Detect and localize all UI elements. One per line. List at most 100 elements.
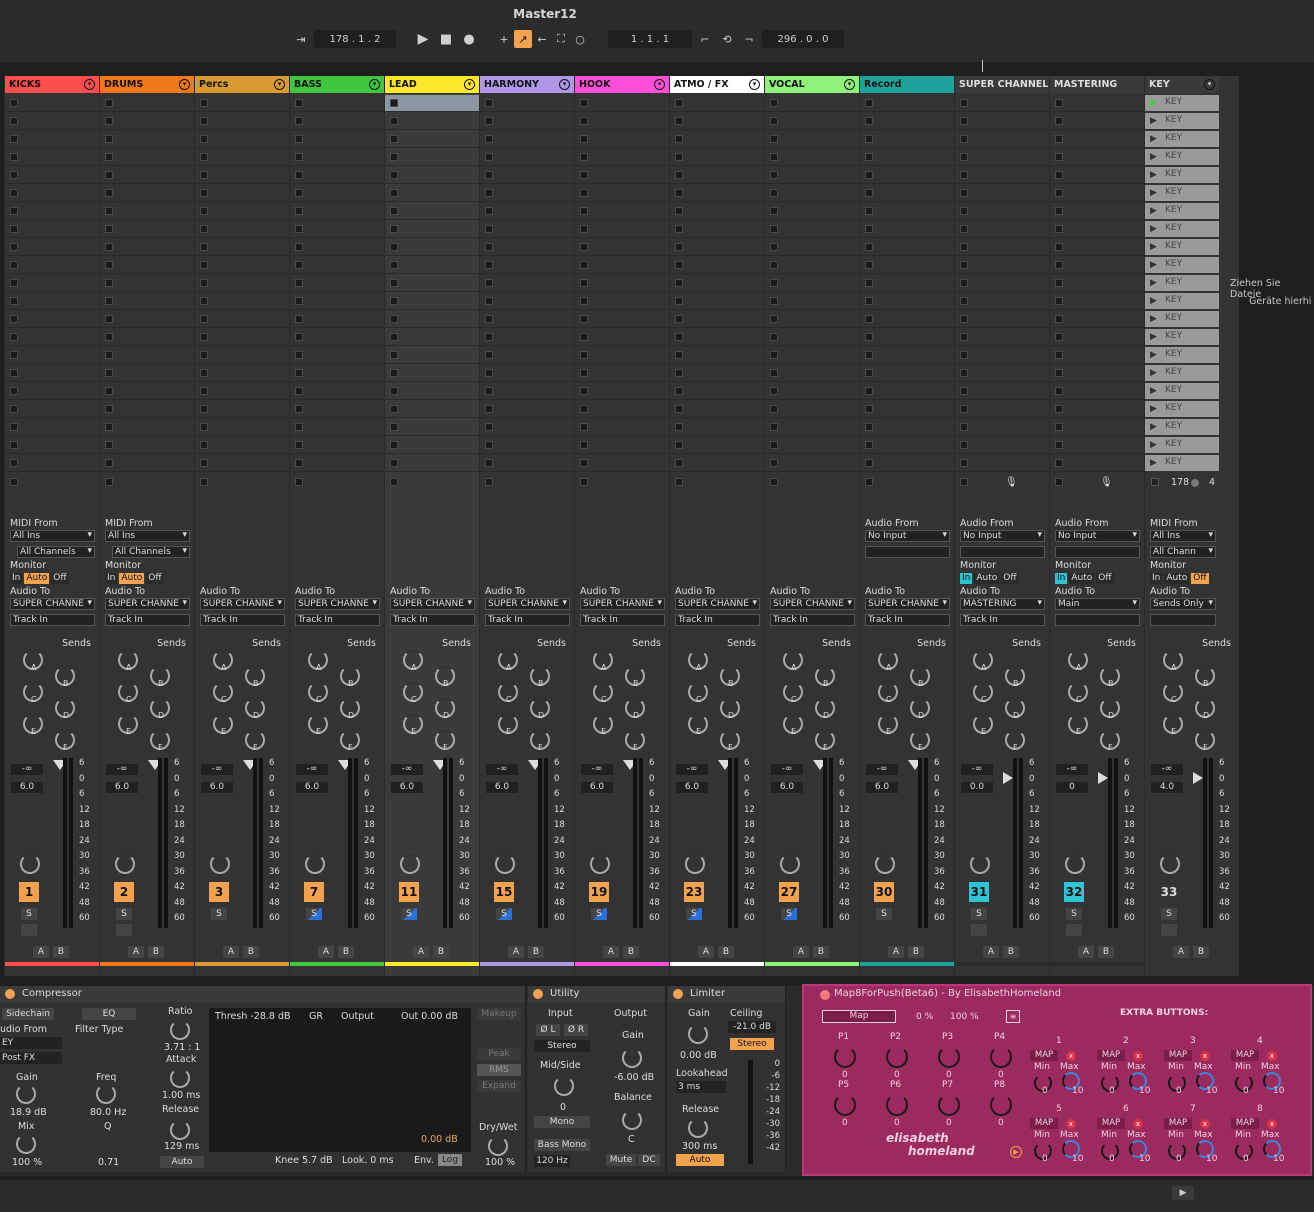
clip-slot[interactable]: ▶ KEY [1145,257,1219,273]
stop-button[interactable] [960,351,968,359]
crossfade-a[interactable]: A [888,946,904,958]
clip-slot[interactable]: ▶ KEY [1145,239,1219,255]
clip-slot[interactable] [5,419,99,436]
clip-slot[interactable] [5,275,99,292]
crossfade-assign[interactable]: AB [698,946,734,958]
crossfade-assign[interactable]: AB [128,946,164,958]
track-activator[interactable]: 31 [969,882,989,902]
extra-map-button-4[interactable]: MAP [1231,1050,1259,1061]
clip-slot[interactable] [670,329,764,346]
track-volume-value[interactable]: 4.0 [1151,782,1183,793]
stop-button[interactable] [200,423,208,431]
clip-slot[interactable]: ▶ KEY [1145,437,1219,453]
stop-button[interactable] [960,135,968,143]
clip-slot[interactable] [480,365,574,382]
stop-button[interactable] [675,117,683,125]
stop-button[interactable] [105,405,113,413]
clip-slot[interactable] [5,239,99,256]
clip-slot[interactable] [5,95,99,112]
stop-button[interactable] [485,387,493,395]
clip-slot[interactable] [480,95,574,112]
stop-button[interactable] [200,405,208,413]
clip-slot[interactable] [5,131,99,148]
clip-slot[interactable] [670,311,764,328]
track-activator[interactable]: 27 [779,882,799,902]
clip-slot[interactable] [290,437,384,454]
clip-slot[interactable] [765,365,859,382]
stop-button[interactable] [675,423,683,431]
monitor-off[interactable]: Off [1191,573,1209,584]
stop-button[interactable] [485,478,493,486]
volume-fader[interactable] [348,758,352,928]
clip-slot[interactable] [100,311,194,328]
fold-icon[interactable]: ▾ [84,79,95,90]
pan-knob[interactable] [495,854,515,874]
extra-map-button-7[interactable]: MAP [1164,1118,1192,1129]
stop-button[interactable] [580,297,588,305]
clip-slot[interactable] [575,257,669,274]
expand-icon[interactable]: ▶ [1172,1186,1194,1200]
fold-icon[interactable]: ▾ [369,79,380,90]
power-icon[interactable] [673,989,683,999]
stop-button[interactable] [865,459,873,467]
punch-out-icon[interactable]: ¬ [740,30,758,48]
clip-slot[interactable] [385,383,479,400]
clip-slot[interactable] [575,113,669,130]
clip-slot[interactable] [290,149,384,166]
clip-slot[interactable] [1050,239,1144,256]
stop-button[interactable] [580,387,588,395]
solo-button[interactable]: S [876,908,892,920]
stop-button[interactable] [1055,171,1063,179]
clip-slot[interactable] [100,239,194,256]
stop-button[interactable] [390,207,398,215]
clip-slot[interactable] [860,95,954,112]
clip-slot[interactable] [5,329,99,346]
stop-button[interactable] [10,99,18,107]
stop-button[interactable] [390,333,398,341]
volume-fader[interactable] [253,758,257,928]
extra-clear-7-icon[interactable]: x [1200,1119,1210,1129]
stop-button[interactable] [295,441,303,449]
stop-button[interactable] [105,387,113,395]
clip-slot[interactable]: ▶ KEY [1145,293,1219,309]
stop-button[interactable] [10,135,18,143]
volume-fader[interactable] [1203,758,1207,928]
stop-button[interactable] [770,153,778,161]
clip-slot[interactable] [765,221,859,238]
crossfade-a[interactable]: A [128,946,144,958]
audio-to-select[interactable]: SUPER CHANNE [580,598,665,610]
stop-button[interactable] [1055,261,1063,269]
back-to-arrangement-icon[interactable]: ← [533,30,551,48]
stop-button[interactable] [10,261,18,269]
track-activator[interactable]: 3 [209,882,229,902]
crossfade-b[interactable]: B [433,946,449,958]
crossfade-assign[interactable]: AB [983,946,1019,958]
stop-button[interactable] [10,333,18,341]
volume-fader[interactable] [1108,758,1112,928]
track-volume-value[interactable]: 6.0 [201,782,233,793]
stop-button[interactable] [865,153,873,161]
monitor-in[interactable]: In [10,573,23,584]
output-checkbox[interactable]: Output [341,1011,374,1022]
audio-to-channel[interactable]: Track In [580,614,665,626]
audio-to-channel[interactable]: Track In [10,614,95,626]
clip-slot[interactable] [480,419,574,436]
stop-button[interactable] [390,99,398,107]
clip-slot[interactable] [5,311,99,328]
clip-slot[interactable] [765,293,859,310]
stop-button[interactable] [960,261,968,269]
clip-slot[interactable] [385,257,479,274]
phase-left-button[interactable]: Ø L [536,1024,560,1036]
extra-clear-2-icon[interactable]: x [1133,1051,1143,1061]
clip-slot[interactable] [290,257,384,274]
phase-right-button[interactable]: Ø R [564,1024,588,1036]
stop-button[interactable] [10,225,18,233]
crossfade-b[interactable]: B [1098,946,1114,958]
stop-button[interactable] [580,225,588,233]
clip-slot[interactable] [100,437,194,454]
stop-button[interactable] [390,351,398,359]
volume-fader[interactable] [538,758,542,928]
param-7-knob[interactable] [938,1094,960,1116]
stop-button[interactable] [960,117,968,125]
crossfade-assign[interactable]: AB [508,946,544,958]
